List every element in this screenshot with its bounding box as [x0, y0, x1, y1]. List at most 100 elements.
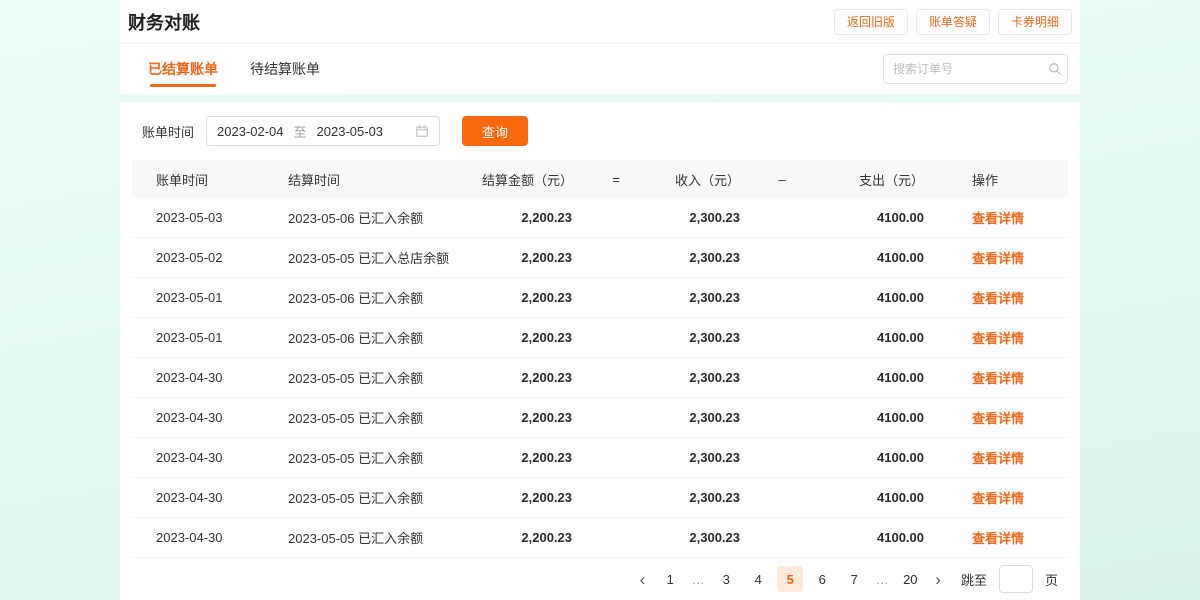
- bill-date-cell: 2023-05-01: [132, 290, 282, 305]
- settle-time-cell: 2023-05-05 已汇入余额: [282, 368, 482, 387]
- page-list: 1…34567…20: [657, 566, 923, 592]
- expense-cell: 4100.00: [824, 450, 924, 465]
- settle-time-cell: 2023-05-05 已汇入余额: [282, 528, 482, 547]
- card-coupon-detail-button[interactable]: 卡券明细: [998, 9, 1072, 35]
- view-detail-link[interactable]: 查看详情: [972, 451, 1024, 466]
- date-range-picker[interactable]: 2023-02-04 至 2023-05-03: [206, 116, 440, 146]
- page-button-20[interactable]: 20: [897, 566, 923, 592]
- income-cell: 2,300.23: [660, 370, 740, 385]
- view-detail-link[interactable]: 查看详情: [972, 291, 1024, 306]
- column-header-expense: 支出（元）: [824, 170, 924, 189]
- query-button[interactable]: 查询: [462, 116, 528, 146]
- view-detail-link[interactable]: 查看详情: [972, 251, 1024, 266]
- settle-time-cell: 2023-05-06 已汇入余额: [282, 288, 482, 307]
- bill-date-cell: 2023-04-30: [132, 490, 282, 505]
- tab-settled-bills-label: 已结算账单: [148, 59, 218, 79]
- column-header-minus-sign: –: [740, 172, 824, 187]
- header: 财务对账 返回旧版 账单答疑 卡券明细: [120, 0, 1080, 44]
- page-button-7[interactable]: 7: [841, 566, 867, 592]
- settle-amount-cell: 2,200.23: [482, 490, 572, 505]
- filter-row: 账单时间 2023-02-04 至 2023-05-03 查询: [132, 116, 1068, 146]
- table-row: 2023-05-01 2023-05-06 已汇入余额 2,200.23 2,3…: [132, 278, 1068, 318]
- settled-bills-panel: 账单时间 2023-02-04 至 2023-05-03 查询 账单时间: [120, 102, 1080, 600]
- bills-table: 账单时间 结算时间 结算金额（元） = 收入（元） – 支出（元） 操作 202…: [132, 160, 1068, 558]
- search-icon[interactable]: [1048, 62, 1062, 76]
- view-detail-link[interactable]: 查看详情: [972, 411, 1024, 426]
- income-cell: 2,300.23: [660, 250, 740, 265]
- tab-bar: 已结算账单 待结算账单: [120, 44, 1080, 94]
- view-detail-link[interactable]: 查看详情: [972, 531, 1024, 546]
- column-header-equals-sign: =: [572, 172, 660, 187]
- tab-settled-bills[interactable]: 已结算账单: [148, 44, 218, 94]
- jump-to-label: 跳至: [961, 570, 987, 589]
- view-detail-link[interactable]: 查看详情: [972, 371, 1024, 386]
- pagination: ‹ 1…34567…20 › 跳至 页: [132, 558, 1068, 600]
- tabs: 已结算账单 待结算账单: [148, 44, 320, 94]
- settle-time-cell: 2023-05-06 已汇入余额: [282, 328, 482, 347]
- settle-amount-cell: 2,200.23: [482, 210, 572, 225]
- table-row: 2023-04-30 2023-05-05 已汇入余额 2,200.23 2,3…: [132, 438, 1068, 478]
- table-row: 2023-05-02 2023-05-05 已汇入总店余额 2,200.23 2…: [132, 238, 1068, 278]
- table-row: 2023-05-01 2023-05-06 已汇入余额 2,200.23 2,3…: [132, 318, 1068, 358]
- prev-page-button[interactable]: ‹: [634, 571, 652, 588]
- table-row: 2023-04-30 2023-05-05 已汇入余额 2,200.23 2,3…: [132, 398, 1068, 438]
- back-to-old-version-button[interactable]: 返回旧版: [834, 9, 908, 35]
- page-button-1[interactable]: 1: [657, 566, 683, 592]
- column-header-settle-amount: 结算金额（元）: [482, 170, 572, 189]
- end-date-value: 2023-05-03: [317, 124, 384, 139]
- income-cell: 2,300.23: [660, 210, 740, 225]
- income-cell: 2,300.23: [660, 330, 740, 345]
- settle-time-cell: 2023-05-06 已汇入余额: [282, 208, 482, 227]
- column-header-settle-time: 结算时间: [282, 170, 482, 189]
- bill-date-cell: 2023-04-30: [132, 530, 282, 545]
- view-detail-link[interactable]: 查看详情: [972, 331, 1024, 346]
- bill-date-cell: 2023-04-30: [132, 370, 282, 385]
- expense-cell: 4100.00: [824, 490, 924, 505]
- settle-amount-cell: 2,200.23: [482, 330, 572, 345]
- settle-amount-cell: 2,200.23: [482, 530, 572, 545]
- finance-reconciliation-page: 财务对账 返回旧版 账单答疑 卡券明细 已结算账单 待结算账单: [120, 0, 1080, 600]
- expense-cell: 4100.00: [824, 210, 924, 225]
- bill-date-cell: 2023-05-03: [132, 210, 282, 225]
- view-detail-link[interactable]: 查看详情: [972, 491, 1024, 506]
- page-button-6[interactable]: 6: [809, 566, 835, 592]
- table-row: 2023-04-30 2023-05-05 已汇入余额 2,200.23 2,3…: [132, 358, 1068, 398]
- page-ellipsis: …: [873, 572, 891, 587]
- jump-page-input[interactable]: [999, 565, 1033, 593]
- order-search-box: [883, 54, 1068, 84]
- settle-time-cell: 2023-05-05 已汇入余额: [282, 408, 482, 427]
- column-header-income: 收入（元）: [660, 170, 740, 189]
- bill-faq-button[interactable]: 账单答疑: [916, 9, 990, 35]
- page-button-3[interactable]: 3: [713, 566, 739, 592]
- page-button-5[interactable]: 5: [777, 566, 803, 592]
- column-header-actions: 操作: [924, 170, 1068, 189]
- next-page-button[interactable]: ›: [929, 571, 947, 588]
- settle-time-cell: 2023-05-05 已汇入总店余额: [282, 248, 482, 267]
- settle-time-cell: 2023-05-05 已汇入余额: [282, 448, 482, 467]
- tab-unsettled-bills[interactable]: 待结算账单: [250, 44, 320, 94]
- settle-amount-cell: 2,200.23: [482, 250, 572, 265]
- date-range-separator: 至: [294, 122, 307, 141]
- income-cell: 2,300.23: [660, 530, 740, 545]
- view-detail-link[interactable]: 查看详情: [972, 211, 1024, 226]
- table-row: 2023-04-30 2023-05-05 已汇入余额 2,200.23 2,3…: [132, 478, 1068, 518]
- expense-cell: 4100.00: [824, 370, 924, 385]
- table-body: 2023-05-03 2023-05-06 已汇入余额 2,200.23 2,3…: [132, 198, 1068, 558]
- settle-amount-cell: 2,200.23: [482, 410, 572, 425]
- income-cell: 2,300.23: [660, 410, 740, 425]
- settle-amount-cell: 2,200.23: [482, 370, 572, 385]
- bill-date-cell: 2023-04-30: [132, 410, 282, 425]
- bill-date-cell: 2023-05-01: [132, 330, 282, 345]
- income-cell: 2,300.23: [660, 450, 740, 465]
- settle-time-cell: 2023-05-05 已汇入余额: [282, 488, 482, 507]
- search-input[interactable]: [893, 62, 1048, 76]
- income-cell: 2,300.23: [660, 290, 740, 305]
- expense-cell: 4100.00: [824, 410, 924, 425]
- header-actions: 返回旧版 账单答疑 卡券明细: [834, 9, 1072, 35]
- tab-unsettled-bills-label: 待结算账单: [250, 59, 320, 79]
- page-unit-label: 页: [1045, 570, 1058, 589]
- table-row: 2023-05-03 2023-05-06 已汇入余额 2,200.23 2,3…: [132, 198, 1068, 238]
- page-button-4[interactable]: 4: [745, 566, 771, 592]
- page-title: 财务对账: [128, 9, 200, 35]
- column-header-bill-date: 账单时间: [132, 170, 282, 189]
